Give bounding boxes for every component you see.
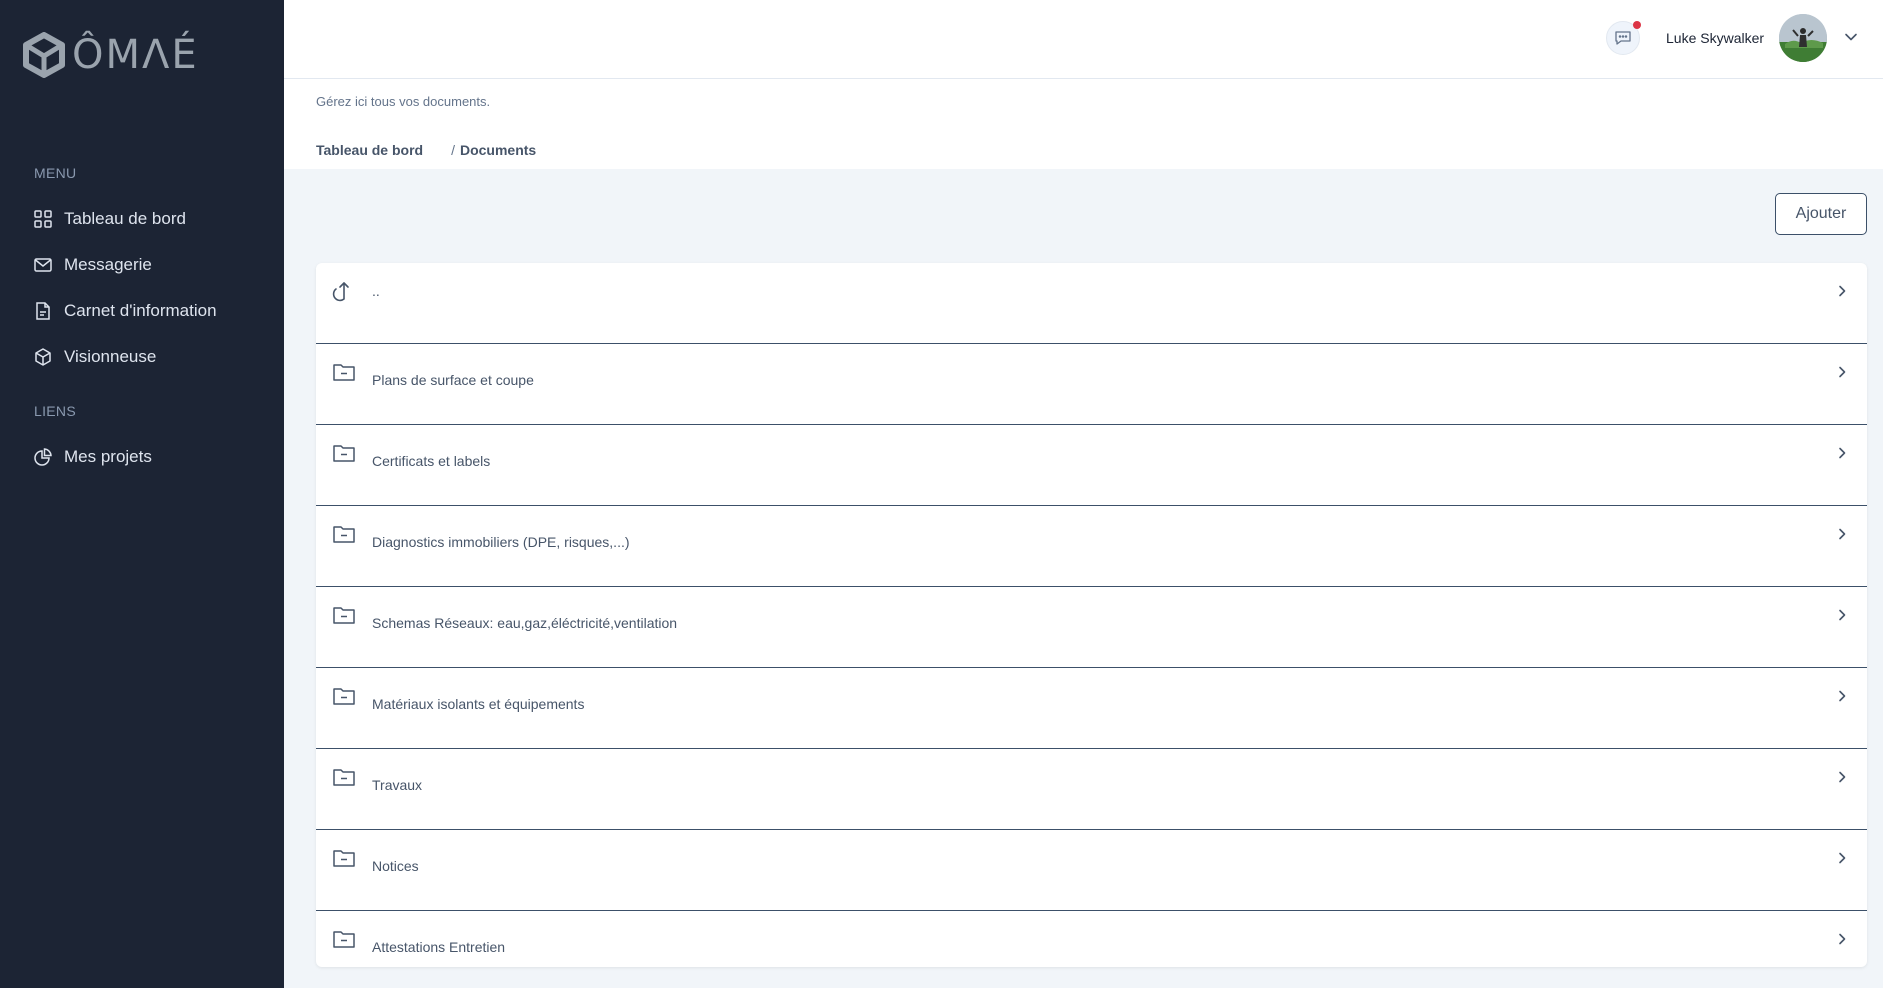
folder-row[interactable]: Matériaux isolants et équipements — [316, 668, 1867, 749]
main-menu: Tableau de bord Messagerie Carnet d'info… — [34, 196, 264, 380]
folder-label: Certificats et labels — [372, 453, 491, 469]
chevron-right-icon — [1839, 447, 1846, 459]
logo-cube-icon — [23, 32, 65, 78]
mail-icon — [34, 258, 52, 272]
menu-section-title: MENU — [34, 165, 77, 181]
cube-icon — [35, 348, 51, 366]
folder-row-parent[interactable]: .. — [316, 263, 1867, 344]
top-bar: Luke Skywalker — [284, 0, 1883, 79]
page-header: Gérez ici tous vos documents. Tableau de… — [284, 79, 1883, 169]
pie-chart-icon — [34, 448, 52, 466]
folder-row[interactable]: Attestations Entretien — [316, 911, 1867, 967]
folder-label: Diagnostics immobiliers (DPE, risques,..… — [372, 534, 630, 550]
folder-row[interactable]: Plans de surface et coupe — [316, 344, 1867, 425]
sidebar-item-messagerie[interactable]: Messagerie — [34, 242, 264, 288]
folder-label: .. — [372, 283, 380, 299]
messages-button[interactable] — [1606, 21, 1641, 55]
chevron-right-icon — [1839, 285, 1846, 297]
folder-row[interactable]: Certificats et labels — [316, 425, 1867, 506]
breadcrumb-current: Documents — [459, 142, 537, 158]
folder-icon — [333, 931, 355, 948]
folder-icon — [333, 607, 355, 624]
avatar-image — [1779, 14, 1827, 62]
folder-icon — [333, 769, 355, 786]
document-icon — [36, 302, 50, 320]
folder-row[interactable]: Travaux — [316, 749, 1867, 830]
folder-label: Travaux — [372, 777, 423, 793]
notification-dot — [1633, 21, 1641, 29]
folder-icon — [333, 364, 355, 381]
folder-icon — [333, 445, 355, 462]
folder-label: Attestations Entretien — [372, 939, 506, 955]
folder-label: Matériaux isolants et équipements — [372, 696, 585, 712]
sidebar: ÔMΛÉ MENU Tableau de bord Messagerie Car… — [0, 0, 284, 988]
brand-logo[interactable]: ÔMΛÉ — [22, 32, 199, 78]
breadcrumb: Tableau de bord / Documents — [316, 142, 536, 158]
sidebar-item-tableau-de-bord[interactable]: Tableau de bord — [34, 196, 264, 242]
chevron-right-icon — [1839, 933, 1846, 945]
sidebar-item-label: Visionneuse — [64, 347, 157, 366]
sidebar-item-label: Carnet d'information — [64, 301, 217, 320]
chevron-right-icon — [1839, 528, 1846, 540]
sidebar-item-carnet-information[interactable]: Carnet d'information — [34, 288, 264, 334]
sidebar-item-label: Mes projets — [64, 447, 152, 466]
links-section-title: LIENS — [34, 403, 76, 419]
sidebar-item-mes-projets[interactable]: Mes projets — [34, 434, 264, 480]
chat-icon — [1615, 31, 1631, 45]
user-name[interactable]: Luke Skywalker — [1666, 30, 1764, 46]
folder-icon — [333, 526, 355, 543]
breadcrumb-home-link[interactable]: Tableau de bord — [316, 142, 423, 158]
chevron-right-icon — [1839, 852, 1846, 864]
folder-row[interactable]: Diagnostics immobiliers (DPE, risques,..… — [316, 506, 1867, 587]
chevron-right-icon — [1839, 771, 1846, 783]
arrow-up-icon — [332, 282, 349, 302]
sidebar-item-label: Tableau de bord — [64, 209, 186, 228]
chevron-right-icon — [1839, 609, 1846, 621]
folder-label: Schemas Réseaux: eau,gaz,éléctricité,ven… — [372, 615, 678, 631]
folder-list: .. Plans de surface et coupe Certificats… — [316, 263, 1867, 967]
chevron-right-icon — [1839, 690, 1846, 702]
links-menu: Mes projets — [34, 434, 264, 480]
avatar[interactable] — [1779, 14, 1827, 62]
add-button[interactable]: Ajouter — [1775, 193, 1867, 235]
folder-row[interactable]: Schemas Réseaux: eau,gaz,éléctricité,ven… — [316, 587, 1867, 668]
breadcrumb-separator: / — [451, 142, 455, 158]
folder-label: Notices — [372, 858, 419, 874]
grid-icon — [34, 210, 52, 228]
chevron-right-icon — [1839, 366, 1846, 378]
chevron-down-icon[interactable] — [1844, 30, 1858, 44]
brand-name: ÔMΛÉ — [72, 32, 199, 78]
folder-icon — [333, 850, 355, 867]
folder-label: Plans de surface et coupe — [372, 372, 534, 388]
page-subtitle: Gérez ici tous vos documents. — [316, 94, 491, 109]
folder-row[interactable]: Notices — [316, 830, 1867, 911]
folder-icon — [333, 688, 355, 705]
sidebar-item-visionneuse[interactable]: Visionneuse — [34, 334, 264, 380]
sidebar-item-label: Messagerie — [64, 255, 152, 274]
